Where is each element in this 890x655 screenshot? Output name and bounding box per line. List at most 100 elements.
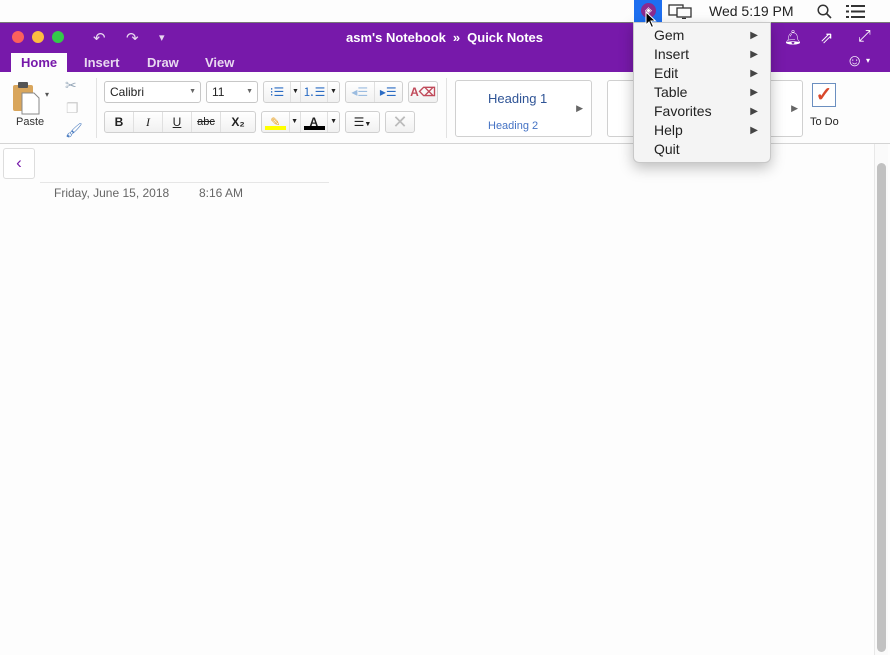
menu-item-label: Table bbox=[654, 84, 688, 100]
menu-item-edit[interactable]: Edit ▶ bbox=[634, 64, 770, 83]
font-color-button[interactable]: A bbox=[301, 112, 329, 132]
smiley-feedback-icon[interactable]: ☺ bbox=[846, 51, 863, 71]
tab-view[interactable]: View bbox=[205, 53, 234, 73]
clear-formatting-icon: A⌫ bbox=[410, 85, 436, 99]
italic-button[interactable]: I bbox=[134, 112, 163, 132]
notebook-name: asm's Notebook bbox=[346, 30, 446, 45]
submenu-arrow-icon: ▶ bbox=[750, 106, 758, 117]
customize-toolbar-icon[interactable]: ▾ bbox=[159, 31, 165, 44]
breadcrumb-separator: » bbox=[452, 30, 461, 45]
align-left-icon: ☰▼ bbox=[353, 115, 372, 129]
format-buttons: B I U abc X₂ bbox=[104, 111, 256, 133]
page-date: Friday, June 15, 2018 bbox=[54, 186, 170, 200]
menu-item-quit[interactable]: Quit bbox=[634, 140, 770, 159]
underline-button[interactable]: U bbox=[163, 112, 192, 132]
submenu-arrow-icon: ▶ bbox=[750, 30, 758, 41]
font-color-dropdown[interactable]: ▼ bbox=[328, 112, 339, 132]
menu-item-favorites[interactable]: Favorites ▶ bbox=[634, 102, 770, 121]
menu-item-label: Edit bbox=[654, 65, 679, 81]
font-size-value: 11 bbox=[212, 85, 225, 99]
numbering-button[interactable]: ⒈☰ bbox=[301, 82, 328, 102]
menu-item-label: Favorites bbox=[654, 103, 712, 119]
todo-label: To Do bbox=[810, 116, 839, 128]
paste-icon[interactable] bbox=[12, 81, 40, 115]
divider bbox=[446, 78, 447, 138]
chevron-left-icon: ‹ bbox=[16, 153, 22, 172]
numbering-dropdown[interactable]: ▼ bbox=[328, 82, 339, 102]
scrollbar-thumb[interactable] bbox=[877, 163, 886, 652]
menu-item-help[interactable]: Help ▶ bbox=[634, 121, 770, 140]
tab-home-label: Home bbox=[21, 55, 58, 70]
menu-item-label: Insert bbox=[654, 46, 690, 62]
chevron-down-icon[interactable]: ▾ bbox=[866, 56, 870, 65]
minimize-window-button[interactable] bbox=[32, 31, 44, 43]
highlight-color-swatch bbox=[265, 126, 286, 130]
highlight-dropdown[interactable]: ▼ bbox=[290, 112, 301, 132]
strikethrough-button[interactable]: abc bbox=[192, 112, 221, 132]
highlight-button[interactable]: ✎ bbox=[262, 112, 290, 132]
menubar-clock[interactable]: Wed 5:19 PM bbox=[709, 3, 794, 19]
x-icon: ✕ bbox=[392, 112, 408, 132]
menu-item-label: Quit bbox=[654, 141, 680, 157]
bold-button[interactable]: B bbox=[105, 112, 134, 132]
submenu-arrow-icon: ▶ bbox=[750, 49, 758, 60]
menu-item-insert[interactable]: Insert ▶ bbox=[634, 45, 770, 64]
style-heading-2[interactable]: Heading 2 bbox=[488, 120, 538, 132]
fullscreen-icon[interactable]: ⤢ bbox=[858, 28, 871, 46]
page-title-field[interactable] bbox=[40, 182, 329, 183]
tab-home[interactable]: Home bbox=[11, 53, 68, 73]
tab-insert-label: Insert bbox=[84, 55, 120, 70]
format-painter-icon[interactable]: 🖌︎ bbox=[65, 122, 83, 139]
menu-item-table[interactable]: Table ▶ bbox=[634, 83, 770, 102]
menu-item-label: Help bbox=[654, 122, 683, 138]
tab-insert[interactable]: Insert bbox=[84, 53, 119, 73]
page-time: 8:16 AM bbox=[199, 186, 244, 200]
bullets-dropdown[interactable]: ▼ bbox=[291, 82, 301, 102]
font-size-select[interactable]: 11 ▼ bbox=[206, 81, 258, 103]
display-icon[interactable] bbox=[668, 4, 692, 19]
back-button[interactable]: ‹ bbox=[3, 148, 35, 179]
clear-button[interactable]: ✕ bbox=[385, 111, 415, 133]
menu-item-label: Gem bbox=[654, 27, 685, 43]
notification-center-icon[interactable] bbox=[846, 5, 865, 18]
cut-icon[interactable]: ✂ bbox=[65, 77, 77, 94]
increase-indent-button[interactable]: ▸☰ bbox=[375, 82, 403, 102]
tab-view-label: View bbox=[205, 55, 235, 70]
font-name-select[interactable]: Calibri ▼ bbox=[104, 81, 201, 103]
styles-gallery[interactable]: Heading 1 Heading 2 ▶ bbox=[455, 80, 592, 137]
search-icon[interactable] bbox=[817, 4, 832, 19]
redo-icon[interactable]: ↷ bbox=[126, 29, 139, 47]
divider bbox=[96, 78, 97, 138]
share-icon[interactable]: ⇗ bbox=[820, 28, 833, 48]
window-title: asm's Notebook » Quick Notes bbox=[346, 30, 543, 45]
style-heading-1[interactable]: Heading 1 bbox=[488, 91, 547, 106]
chevron-down-icon: ▼ bbox=[246, 88, 253, 95]
section-name: Quick Notes bbox=[467, 30, 543, 45]
close-window-button[interactable] bbox=[12, 31, 24, 43]
gallery-expand-icon[interactable]: ▶ bbox=[791, 103, 798, 114]
clear-formatting-button[interactable]: A⌫ bbox=[408, 81, 438, 103]
font-name-value: Calibri bbox=[110, 85, 145, 99]
tab-draw-label: Draw bbox=[147, 55, 179, 70]
copy-icon[interactable]: ❐ bbox=[66, 100, 79, 117]
macos-menu-bar: ◈ Wed 5:19 PM bbox=[0, 0, 890, 22]
submenu-arrow-icon: ▶ bbox=[750, 68, 758, 79]
paste-dropdown-icon[interactable]: ▾ bbox=[45, 90, 49, 99]
color-buttons: ✎ ▼ A ▼ bbox=[261, 111, 340, 133]
bell-icon[interactable]: 🔔︎ bbox=[784, 29, 802, 46]
font-color-swatch bbox=[303, 126, 325, 130]
todo-checkbox-icon[interactable]: ✓ bbox=[812, 83, 836, 107]
tab-draw[interactable]: Draw bbox=[147, 53, 179, 73]
chevron-down-icon: ▼ bbox=[189, 88, 196, 95]
indent-buttons: ◂☰ ▸☰ bbox=[345, 81, 403, 103]
undo-icon[interactable]: ↶ bbox=[93, 29, 106, 47]
align-button[interactable]: ☰▼ bbox=[345, 111, 380, 133]
paste-label: Paste bbox=[16, 116, 45, 128]
zoom-window-button[interactable] bbox=[52, 31, 64, 43]
bullets-button[interactable]: ⁝☰ bbox=[264, 82, 291, 102]
subscript-button[interactable]: X₂ bbox=[221, 112, 255, 132]
decrease-indent-button[interactable]: ◂☰ bbox=[346, 82, 375, 102]
gallery-expand-icon[interactable]: ▶ bbox=[576, 103, 583, 114]
gem-menu: Gem ▶ Insert ▶ Edit ▶ Table ▶ Favorites ▶ Hel… bbox=[633, 22, 771, 163]
list-buttons: ⁝☰ ▼ ⒈☰ ▼ bbox=[263, 81, 340, 103]
